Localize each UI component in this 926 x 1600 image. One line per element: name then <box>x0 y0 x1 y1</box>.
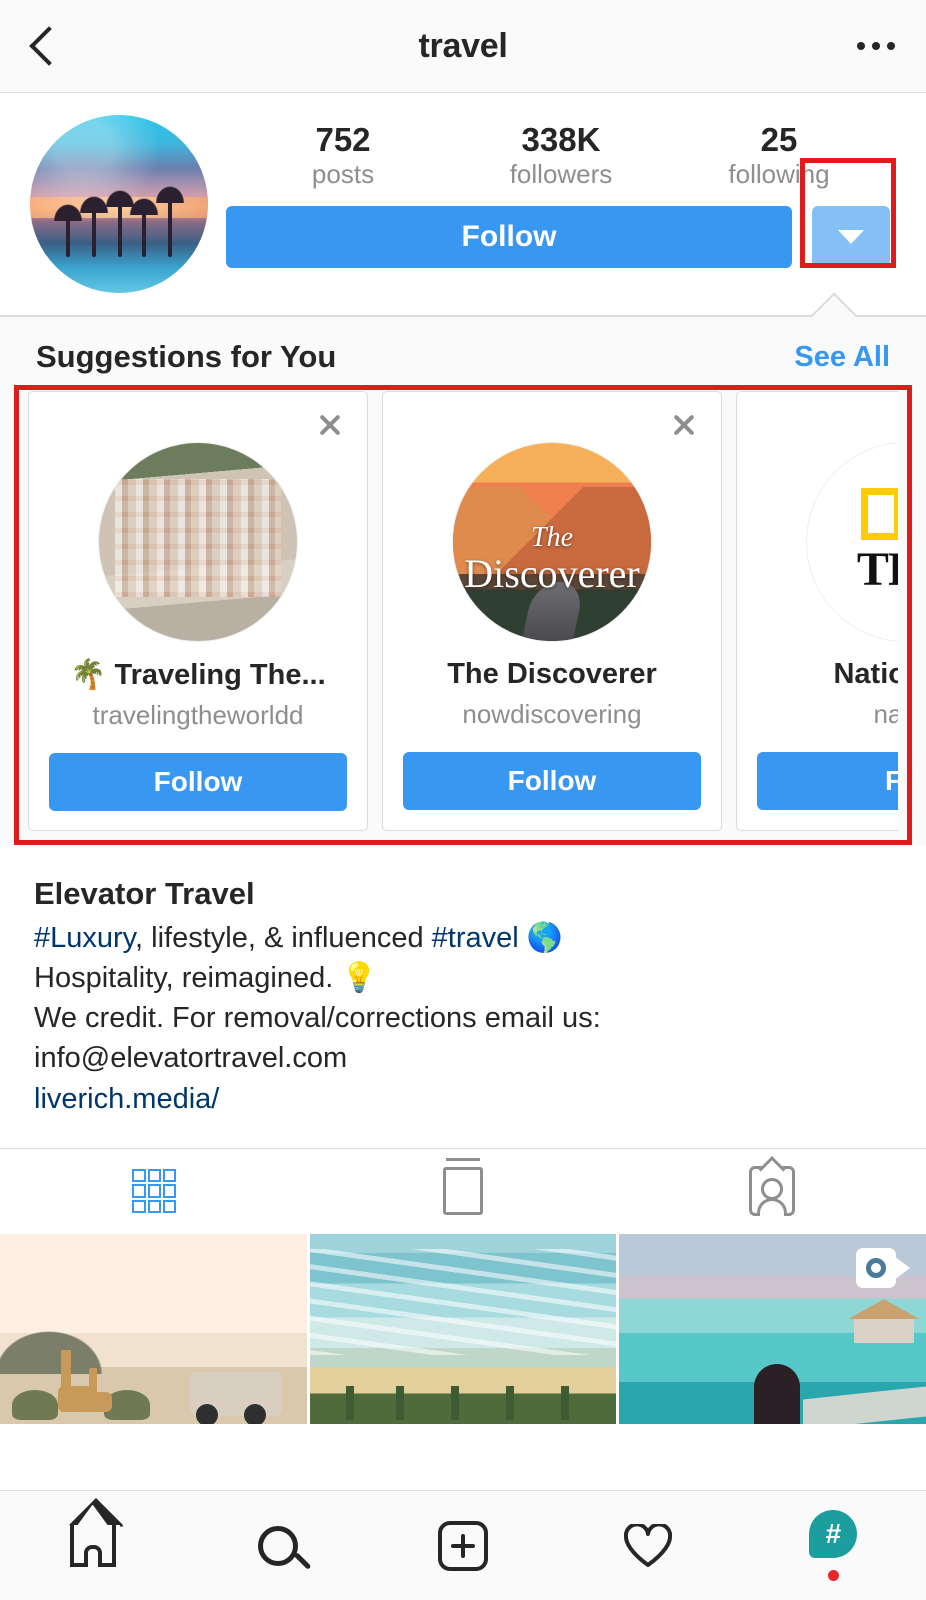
bio-line-1: #Luxury, lifestyle, & influenced #travel… <box>34 918 892 958</box>
grid-icon <box>132 1169 177 1214</box>
follow-button[interactable]: Follow <box>226 206 792 269</box>
natgeo-word: TRA <box>856 542 898 596</box>
post-thumbnail[interactable] <box>619 1233 926 1424</box>
add-post-icon <box>438 1520 488 1571</box>
natgeo-logo: NAT GEO <box>860 487 898 540</box>
profile-avatar-icon: # <box>809 1510 858 1558</box>
hashtag-luxury[interactable]: #Luxury <box>34 922 135 954</box>
profile-tabs <box>0 1147 926 1234</box>
tab-tagged[interactable] <box>617 1149 926 1234</box>
activity-heart-icon <box>624 1523 673 1567</box>
bio-line-1-mid: , lifestyle, & influenced <box>135 921 432 954</box>
suggestion-card[interactable]: The Discoverer The Discoverer nowdiscove… <box>382 391 722 831</box>
nav-home[interactable] <box>0 1497 185 1567</box>
top-navigation-bar: travel <box>0 0 926 93</box>
followers-label: followers <box>509 158 613 189</box>
notification-dot <box>827 1570 839 1581</box>
suggestion-avatar[interactable] <box>98 442 298 642</box>
chevron-down-icon <box>838 230 864 245</box>
stat-followers[interactable]: 338K followers <box>501 121 621 190</box>
nav-add-post[interactable] <box>370 1520 555 1571</box>
igtv-icon <box>443 1158 483 1216</box>
suggestions-panel: Suggestions for You See All 🌴 Traveling … <box>0 317 926 845</box>
profile-bio: Elevator Travel #Luxury, lifestyle, & in… <box>0 845 926 1130</box>
post-thumbnail[interactable] <box>309 1233 617 1424</box>
home-icon <box>68 1497 123 1567</box>
tab-grid[interactable] <box>0 1149 309 1234</box>
suggestions-strip-wrapper: 🌴 Traveling The... travelingtheworldd Fo… <box>0 385 926 845</box>
suggestion-avatar[interactable]: The Discoverer <box>452 442 652 642</box>
suggestion-username: nowdiscovering <box>462 699 642 729</box>
nav-search[interactable] <box>185 1525 370 1566</box>
video-icon <box>856 1247 911 1288</box>
nav-activity[interactable] <box>556 1523 741 1568</box>
suggestion-name: National G <box>833 658 898 690</box>
post-thumbnail[interactable] <box>0 1233 307 1424</box>
followers-count: 338K <box>521 121 601 158</box>
see-all-link[interactable]: See All <box>794 341 890 374</box>
suggestion-username: travelingtheworldd <box>92 700 304 730</box>
suggestion-follow-button[interactable]: Follow <box>403 752 701 810</box>
stat-following[interactable]: 25 following <box>719 121 839 190</box>
suggestion-follow-button[interactable]: Follow <box>49 753 347 811</box>
globe-icon: 🌎 <box>518 921 563 954</box>
hashtag-travel[interactable]: #travel <box>432 922 519 954</box>
suggestion-avatar[interactable]: NAT GEO TRA <box>806 442 898 642</box>
profile-actions: Follow <box>226 158 896 269</box>
profile-header: 752 posts 338K followers 25 following Fo… <box>0 93 926 293</box>
follow-dropdown-container <box>800 158 896 269</box>
nav-profile[interactable]: # <box>741 1510 926 1581</box>
close-icon[interactable] <box>669 410 699 440</box>
suggestions-strip[interactable]: 🌴 Traveling The... travelingtheworldd Fo… <box>28 391 898 831</box>
avatar-text-bottom: Discoverer <box>464 550 640 596</box>
natgeo-yellow-rectangle-icon <box>860 487 898 540</box>
suggestion-card[interactable]: 🌴 Traveling The... travelingtheworldd Fo… <box>28 391 368 831</box>
suggestions-header: Suggestions for You See All <box>0 317 926 391</box>
posts-count: 752 <box>315 121 371 158</box>
tagged-icon <box>748 1166 795 1217</box>
stat-posts[interactable]: 752 posts <box>283 121 403 190</box>
bottom-navigation-bar: # <box>0 1490 926 1600</box>
close-icon[interactable] <box>315 410 345 440</box>
suggestion-follow-button[interactable]: Fol <box>757 752 898 810</box>
posts-label: posts <box>311 158 375 189</box>
search-icon <box>257 1525 298 1566</box>
instagram-profile-screen: travel 752 posts 338K followers 25 follo… <box>0 0 926 1600</box>
suggestion-card[interactable]: NAT GEO TRA National G natge Fol <box>736 391 898 831</box>
page-title: travel <box>418 26 508 65</box>
bio-line-2: Hospitality, reimagined. 💡 <box>34 961 378 994</box>
bio-email: info@elevatortravel.com <box>34 1041 348 1074</box>
suggestions-title: Suggestions for You <box>36 339 337 374</box>
profile-avatar[interactable] <box>30 115 208 293</box>
bio-display-name: Elevator Travel <box>34 876 255 911</box>
suggestions-dropdown-button[interactable] <box>812 206 890 269</box>
profile-stats-and-actions: 752 posts 338K followers 25 following Fo… <box>208 115 896 293</box>
suggestion-name: 🌴 Traveling The... <box>70 659 326 691</box>
avatar-container[interactable] <box>30 115 208 293</box>
posts-grid <box>0 1233 926 1424</box>
tab-igtv[interactable] <box>309 1149 618 1234</box>
suggestions-separator <box>0 292 926 338</box>
bio-line-3: We credit. For removal/corrections email… <box>34 1001 601 1034</box>
following-label: following <box>728 158 830 189</box>
profile-stats: 752 posts 338K followers 25 following <box>226 115 896 190</box>
suggestion-name: The Discoverer <box>447 658 657 690</box>
suggestion-username: natge <box>873 699 898 729</box>
following-count: 25 <box>760 121 798 158</box>
bio-website-link[interactable]: liverich.media/ <box>34 1078 892 1120</box>
